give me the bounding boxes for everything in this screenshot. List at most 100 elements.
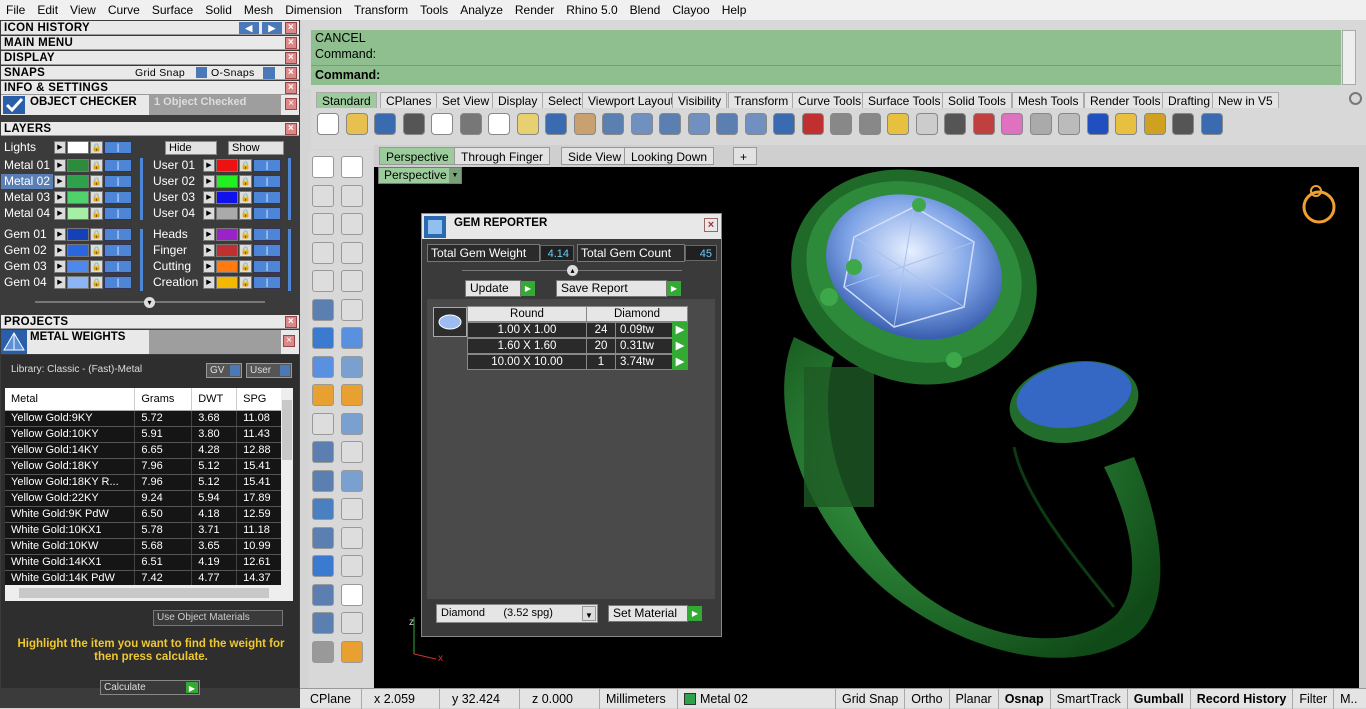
play-icon[interactable]: ▶ [203, 175, 215, 188]
close-icon[interactable]: × [704, 218, 718, 232]
lock-icon[interactable]: 🔒 [239, 207, 252, 220]
play-icon[interactable]: ▶ [203, 159, 215, 172]
viewport-label-dropdown[interactable]: Perspective ▼ [378, 167, 462, 184]
lock-icon[interactable]: 🔒 [239, 244, 252, 257]
play-icon[interactable]: ▶ [54, 175, 66, 188]
menu-item-surface[interactable]: Surface [146, 0, 199, 20]
visibility-icon[interactable]: | [253, 175, 281, 188]
command-scrollbar[interactable] [1342, 30, 1356, 85]
play-icon[interactable]: ▶ [54, 260, 66, 273]
shell-icon[interactable] [312, 612, 334, 634]
cplane-indicator[interactable]: CPlane [300, 688, 362, 709]
explode-icon[interactable] [341, 384, 363, 406]
pan-icon[interactable] [573, 113, 596, 135]
play-icon[interactable]: ▶ [54, 141, 66, 154]
visibility-icon[interactable]: | [104, 276, 132, 289]
layer-row[interactable]: Gem 03 ▶ 🔒 | [1, 259, 132, 274]
mesh-icon[interactable] [312, 583, 334, 606]
toolbar-tab-cplanes[interactable]: CPlanes [380, 92, 438, 108]
layer-color-swatch[interactable] [67, 244, 89, 257]
four-viewports-icon[interactable] [773, 113, 795, 135]
column-header[interactable]: DWT [191, 388, 238, 411]
lock-icon[interactable]: 🔒 [90, 207, 103, 220]
use-object-materials-checkbox[interactable]: Use Object Materials [153, 610, 283, 626]
smarttrack-toggle[interactable]: SmartTrack [1051, 688, 1128, 709]
array-icon[interactable] [312, 526, 334, 549]
gumball-toggle[interactable]: Gumball [1128, 688, 1191, 709]
material-dropdown[interactable]: Diamond (3.52 spg) ▼ [436, 604, 598, 623]
layer-row[interactable]: Metal 04 ▶ 🔒 | [1, 206, 132, 221]
layer-name[interactable]: Lights [1, 140, 53, 155]
layer-name[interactable]: User 02 [150, 174, 202, 189]
play-icon[interactable]: ▶ [203, 244, 215, 257]
menu-item-rhino-5-0[interactable]: Rhino 5.0 [560, 0, 623, 20]
arc-icon[interactable] [312, 241, 334, 264]
play-icon[interactable]: ▶ [203, 276, 215, 289]
play-icon[interactable]: ▶ [54, 191, 66, 204]
paste-icon[interactable] [516, 113, 539, 135]
layer-color-swatch[interactable] [67, 228, 89, 241]
trim-icon[interactable] [312, 412, 334, 435]
curve-icon[interactable] [341, 270, 363, 292]
play-icon[interactable]: ▶ [672, 338, 688, 354]
layer-row[interactable]: User 01 ▶ 🔒 | [150, 158, 281, 173]
layer-color-swatch[interactable] [216, 207, 238, 220]
color-wheel-icon[interactable] [1001, 113, 1023, 135]
layer-name[interactable]: User 03 [150, 190, 202, 205]
play-icon[interactable]: ▶ [54, 244, 66, 257]
layer-name[interactable]: Cutting [150, 259, 202, 274]
check-icon[interactable] [341, 583, 363, 606]
toolbar-tab-drafting[interactable]: Drafting [1162, 92, 1217, 108]
menu-item-curve[interactable]: Curve [102, 0, 146, 20]
cylinder-icon[interactable] [312, 355, 334, 378]
table-row[interactable]: Yellow Gold:9KY 5.72 3.68 11.08 [5, 410, 293, 427]
record-history-toggle[interactable]: Record History [1191, 688, 1294, 709]
play-icon[interactable]: ▶ [54, 228, 66, 241]
extrude-icon[interactable] [341, 298, 363, 321]
split-icon[interactable] [341, 412, 363, 435]
cut-icon[interactable] [459, 113, 482, 135]
move-icon[interactable] [312, 469, 334, 492]
layer-name[interactable]: Heads [150, 227, 202, 242]
polygon-icon[interactable] [312, 270, 334, 292]
layer-row[interactable]: Cutting ▶ 🔒 | [150, 259, 281, 274]
boolean-icon[interactable] [312, 384, 334, 406]
toolbar-tab-set-view[interactable]: Set View [436, 92, 496, 108]
layer-color-swatch[interactable] [67, 159, 89, 172]
layer-color-swatch[interactable] [216, 228, 238, 241]
zoom-extents-icon[interactable] [687, 113, 710, 135]
polyline-icon[interactable] [312, 184, 334, 207]
add-viewport-tab-icon[interactable]: + [733, 147, 757, 165]
layer-name[interactable]: Metal 03 [1, 190, 53, 205]
play-icon[interactable]: ▶ [521, 281, 535, 296]
layer-row-lights[interactable]: Lights ▶ 🔒 | [1, 140, 132, 155]
mirror-icon[interactable] [341, 526, 363, 549]
layer-row[interactable]: Creation ▶ 🔒 | [150, 275, 281, 290]
circle-icon[interactable] [312, 213, 334, 235]
toolbar-tab-solid-tools[interactable]: Solid Tools [942, 92, 1012, 108]
grid-snap-label[interactable]: Grid Snap [135, 66, 185, 80]
column-header[interactable]: Grams [134, 388, 193, 411]
lock-icon[interactable]: 🔒 [90, 159, 103, 172]
table-row[interactable]: Yellow Gold:14KY 6.65 4.28 12.88 [5, 442, 293, 459]
play-icon[interactable]: ▶ [203, 228, 215, 241]
material-sphere-icon[interactable] [1058, 113, 1080, 135]
toolbar-tab-select[interactable]: Select [542, 92, 588, 108]
visibility-icon[interactable]: | [104, 175, 132, 188]
menu-item-edit[interactable]: Edit [31, 0, 64, 20]
menu-item-render[interactable]: Render [509, 0, 560, 20]
layer-name[interactable]: Gem 03 [1, 259, 53, 274]
toolbar-tab-mesh-tools[interactable]: Mesh Tools [1012, 92, 1085, 108]
layer-row[interactable]: Gem 02 ▶ 🔒 | [1, 243, 132, 258]
rotate-icon[interactable] [744, 113, 767, 135]
layer-color-swatch[interactable] [216, 260, 238, 273]
text-icon[interactable] [312, 498, 334, 520]
layer-icon[interactable] [972, 113, 995, 135]
visibility-icon[interactable]: | [104, 228, 132, 241]
menu-item-blend[interactable]: Blend [624, 0, 667, 20]
calculate-button[interactable]: Calculate ▶ [100, 680, 200, 695]
draft-icon[interactable] [341, 640, 363, 663]
close-icon[interactable]: × [285, 67, 297, 79]
menu-item-mesh[interactable]: Mesh [238, 0, 279, 20]
lock-icon[interactable]: 🔒 [90, 276, 103, 289]
